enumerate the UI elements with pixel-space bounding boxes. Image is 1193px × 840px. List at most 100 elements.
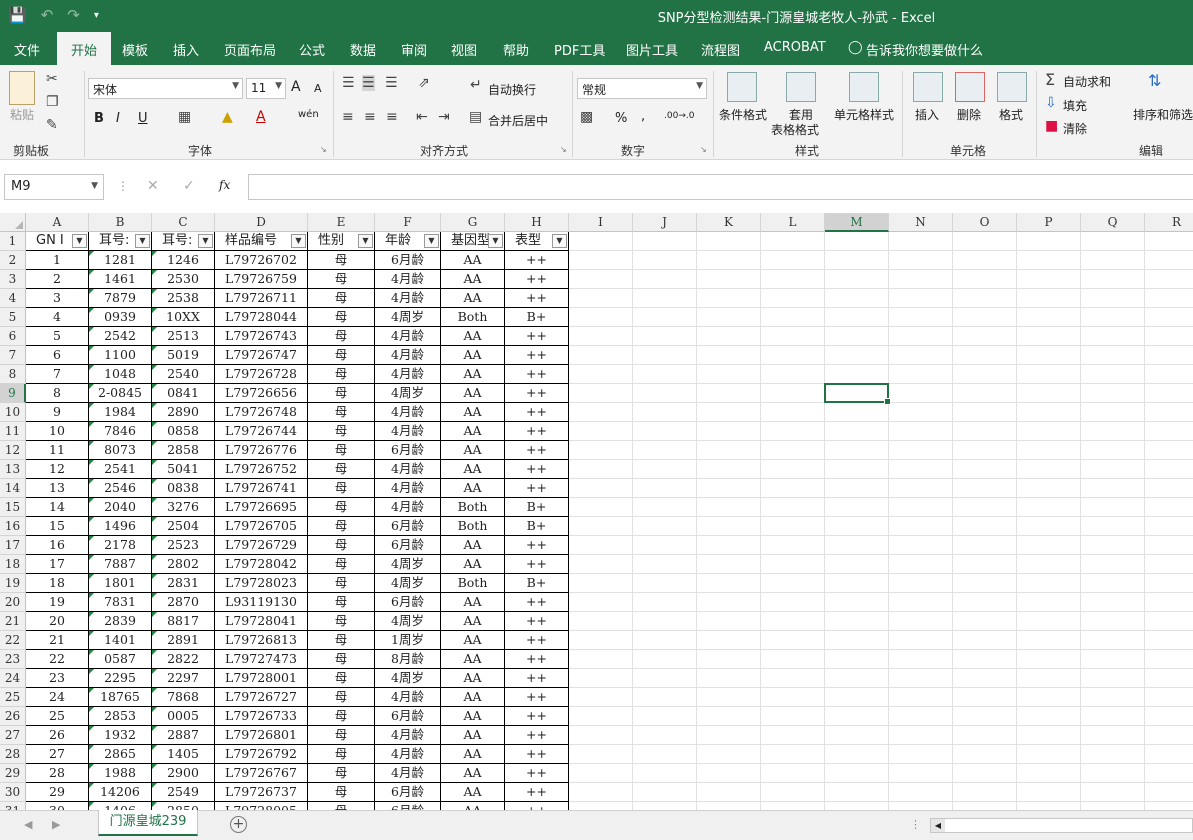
table-cell[interactable] [1081,802,1145,810]
table-cell[interactable]: AA [441,289,505,308]
table-cell[interactable] [1017,365,1081,384]
table-cell[interactable]: 母 [308,612,375,631]
table-cell[interactable] [825,574,889,593]
table-cell[interactable] [1145,251,1193,270]
table-cell[interactable]: 6 [26,346,89,365]
table-cell[interactable] [825,365,889,384]
table-cell[interactable] [633,764,697,783]
font-color-icon[interactable]: A [256,109,266,125]
table-cell[interactable]: 30 [26,802,89,810]
table-cell[interactable] [825,555,889,574]
table-cell[interactable] [889,251,953,270]
table-cell[interactable] [825,517,889,536]
table-cell[interactable] [1145,517,1193,536]
paste-icon[interactable] [9,71,35,105]
table-cell[interactable] [953,802,1017,810]
table-cell[interactable] [569,650,633,669]
table-cell[interactable] [569,764,633,783]
table-cell[interactable] [697,460,761,479]
table-cell[interactable] [1145,308,1193,327]
table-cell[interactable]: 0005 [152,707,215,726]
table-cell[interactable]: 2839 [89,612,152,631]
table-cell[interactable] [569,745,633,764]
table-cell[interactable]: 2831 [152,574,215,593]
table-cell[interactable]: ++ [505,479,569,498]
table-cell[interactable]: 2858 [152,441,215,460]
table-cell[interactable] [953,422,1017,441]
table-cell[interactable] [761,308,825,327]
cell-styles-icon[interactable] [849,72,879,102]
table-cell[interactable] [889,650,953,669]
table-cell[interactable]: L79728001 [215,669,308,688]
table-cell[interactable]: 2853 [89,707,152,726]
column-header[interactable]: Q [1081,213,1145,232]
row-header[interactable]: 12 [0,441,26,460]
table-cell[interactable]: 4周岁 [375,669,441,688]
table-cell[interactable] [761,593,825,612]
table-cell[interactable]: 2-0845 [89,384,152,403]
name-box[interactable]: M9 ▼ [4,174,104,200]
table-cell[interactable]: 4月龄 [375,498,441,517]
table-cell[interactable] [761,612,825,631]
table-cell[interactable] [953,745,1017,764]
table-cell[interactable]: L79726801 [215,726,308,745]
table-cell[interactable]: AA [441,745,505,764]
table-cell[interactable]: ++ [505,783,569,802]
table-cell[interactable]: 7 [26,365,89,384]
table-cell[interactable] [889,631,953,650]
table-cell[interactable] [697,707,761,726]
column-header[interactable]: H [505,213,569,232]
align-left-icon[interactable]: ≡ [342,109,354,125]
table-cell[interactable]: 7887 [89,555,152,574]
table-cell[interactable] [1081,517,1145,536]
filter-dropdown-icon[interactable]: ▼ [552,234,567,248]
table-cell[interactable] [1081,555,1145,574]
table-cell[interactable] [825,346,889,365]
row-header[interactable]: 13 [0,460,26,479]
table-cell[interactable] [1017,555,1081,574]
table-cell[interactable] [697,498,761,517]
table-cell[interactable] [633,498,697,517]
table-cell[interactable] [953,460,1017,479]
table-cell[interactable] [1081,669,1145,688]
table-cell[interactable] [825,593,889,612]
table-cell[interactable] [697,289,761,308]
table-cell[interactable]: 母 [308,270,375,289]
table-cell[interactable]: ++ [505,612,569,631]
table-cell[interactable] [825,422,889,441]
table-cell[interactable] [1145,479,1193,498]
tab-insert[interactable]: 插入 [173,40,199,59]
table-cell[interactable] [1081,232,1145,251]
clear-button[interactable]: 清除 [1063,120,1087,137]
table-cell[interactable] [889,365,953,384]
table-cell[interactable]: 4周岁 [375,555,441,574]
tab-review[interactable]: 审阅 [401,40,427,59]
table-cell[interactable] [825,232,889,251]
table-cell[interactable]: 4月龄 [375,726,441,745]
table-cell[interactable]: 1246 [152,251,215,270]
insert-cells-icon[interactable] [913,72,943,102]
table-cell[interactable]: 27 [26,745,89,764]
table-cell[interactable]: 1801 [89,574,152,593]
table-cell[interactable] [1081,707,1145,726]
row-header[interactable]: 11 [0,422,26,441]
table-cell[interactable] [953,289,1017,308]
bold-button[interactable]: B [94,111,104,126]
table-cell[interactable] [1081,612,1145,631]
table-cell[interactable] [825,631,889,650]
table-cell[interactable]: ++ [505,403,569,422]
filter-dropdown-icon[interactable]: ▼ [358,234,373,248]
table-cell[interactable]: 4月龄 [375,289,441,308]
table-cell[interactable] [1145,422,1193,441]
table-cell[interactable] [1017,783,1081,802]
table-cell[interactable] [569,593,633,612]
table-cell[interactable] [761,270,825,289]
table-cell[interactable]: L79726705 [215,517,308,536]
table-cell[interactable] [697,422,761,441]
table-cell[interactable]: L79726729 [215,536,308,555]
table-cell[interactable] [633,441,697,460]
format-cells-button[interactable]: 格式 [999,106,1023,123]
table-cell[interactable] [825,327,889,346]
table-cell[interactable] [1081,308,1145,327]
table-cell[interactable] [1017,536,1081,555]
